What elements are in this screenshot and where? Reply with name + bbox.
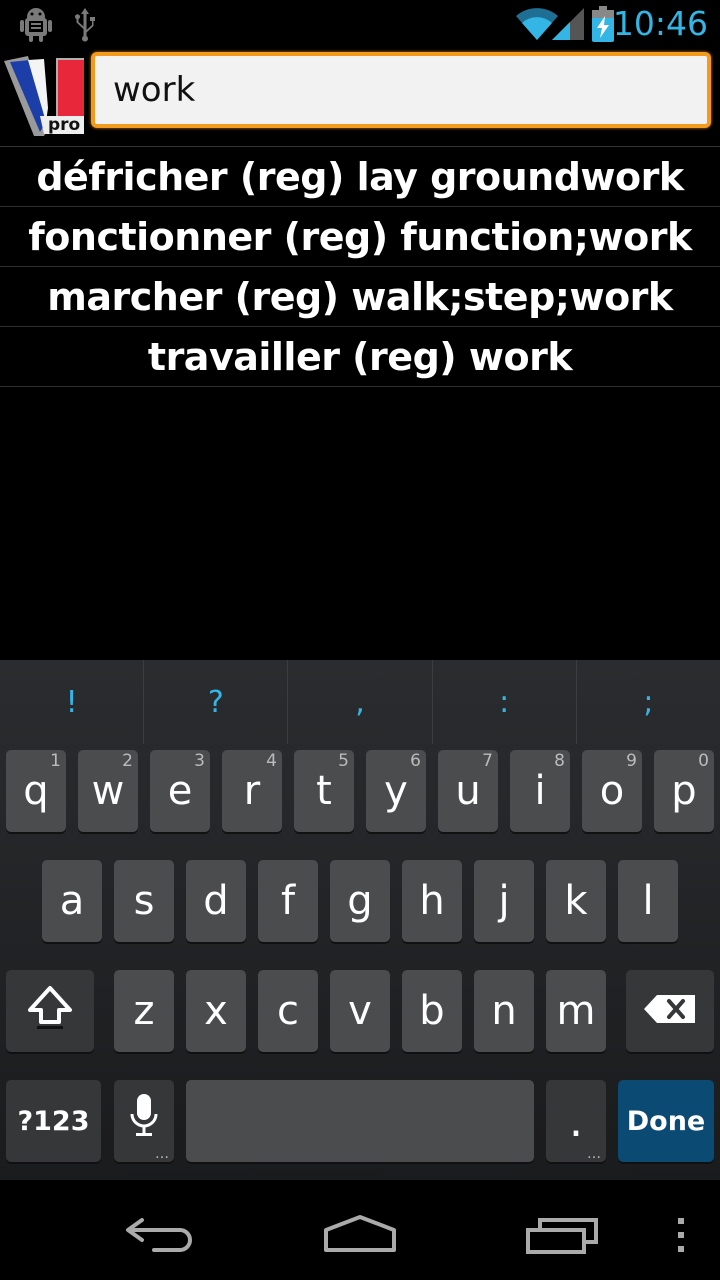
suggestion-item[interactable]: : — [433, 660, 577, 744]
key-a[interactable]: a — [42, 860, 102, 942]
key-h[interactable]: h — [402, 860, 462, 942]
key-r[interactable]: r4 — [222, 750, 282, 832]
key-x[interactable]: x — [186, 970, 246, 1052]
microphone-icon — [129, 1092, 159, 1150]
key-label: i — [534, 768, 546, 814]
list-item[interactable]: marcher (reg) walk;step;work — [0, 267, 720, 327]
key-e[interactable]: e3 — [150, 750, 210, 832]
key-y[interactable]: y6 — [366, 750, 426, 832]
suggestion-item[interactable]: ? — [144, 660, 289, 744]
usb-icon — [72, 8, 98, 46]
logo-text: pro — [48, 115, 80, 135]
app-logo[interactable]: pro — [4, 56, 86, 136]
list-item[interactable]: travailler (reg) work — [0, 327, 720, 387]
suggestion-item[interactable]: ; — [577, 660, 720, 744]
list-item[interactable]: défricher (reg) lay groundwork — [0, 147, 720, 207]
soft-keyboard: ! ? , : ; q1 w2 e3 r4 t5 y6 u7 i8 o9 p0 … — [0, 660, 720, 1180]
shift-icon — [26, 982, 74, 1040]
key-i[interactable]: i8 — [510, 750, 570, 832]
key-n[interactable]: n — [474, 970, 534, 1052]
search-input[interactable] — [91, 52, 711, 128]
navigation-bar — [0, 1180, 720, 1280]
key-t[interactable]: t5 — [294, 750, 354, 832]
suggestion-item[interactable]: ! — [0, 660, 145, 744]
battery-charging-icon — [592, 6, 614, 46]
key-label: p — [671, 768, 697, 814]
voice-input-key[interactable]: … — [114, 1080, 174, 1162]
key-w[interactable]: w2 — [78, 750, 138, 832]
key-m[interactable]: m — [546, 970, 606, 1052]
key-b[interactable]: b — [402, 970, 462, 1052]
key-v[interactable]: v — [330, 970, 390, 1052]
more-icon: … — [155, 1146, 169, 1162]
key-hint: 7 — [482, 751, 493, 771]
key-label: r — [243, 768, 261, 814]
suggestion-strip: ! ? , : ; — [0, 660, 720, 744]
key-label: u — [455, 768, 481, 814]
key-hint: 0 — [698, 751, 709, 771]
key-label: y — [384, 768, 408, 814]
key-z[interactable]: z — [114, 970, 174, 1052]
home-icon[interactable] — [322, 1214, 398, 1258]
key-k[interactable]: k — [546, 860, 606, 942]
key-label: t — [316, 768, 332, 814]
overflow-menu-icon[interactable] — [676, 1218, 686, 1256]
backspace-icon — [643, 988, 697, 1034]
symbols-key[interactable]: ?123 — [6, 1080, 101, 1162]
key-hint: 2 — [122, 751, 133, 771]
key-p[interactable]: p0 — [654, 750, 714, 832]
shift-key[interactable] — [6, 970, 94, 1052]
android-debug-icon — [20, 8, 52, 46]
space-key[interactable] — [186, 1080, 534, 1162]
key-u[interactable]: u7 — [438, 750, 498, 832]
list-item[interactable]: fonctionner (reg) function;work — [0, 207, 720, 267]
clock: 10:46 — [612, 4, 708, 43]
key-label: q — [23, 768, 49, 814]
key-s[interactable]: s — [114, 860, 174, 942]
suggestion-item[interactable]: , — [288, 660, 433, 744]
key-hint: 5 — [338, 751, 349, 771]
key-l[interactable]: l — [618, 860, 678, 942]
backspace-key[interactable] — [626, 970, 714, 1052]
key-d[interactable]: d — [186, 860, 246, 942]
key-q[interactable]: q1 — [6, 750, 66, 832]
key-g[interactable]: g — [330, 860, 390, 942]
period-key[interactable]: . … — [546, 1080, 606, 1162]
key-hint: 1 — [50, 751, 61, 771]
done-button[interactable]: Done — [618, 1080, 714, 1162]
key-hint: 4 — [266, 751, 277, 771]
key-c[interactable]: c — [258, 970, 318, 1052]
key-hint: 9 — [626, 751, 637, 771]
results-list: défricher (reg) lay groundwork fonctionn… — [0, 147, 720, 387]
key-label: . — [569, 1095, 583, 1147]
signal-icon — [552, 8, 584, 44]
key-label: o — [599, 768, 625, 814]
more-icon: … — [587, 1146, 601, 1162]
status-bar: 10:46 — [0, 0, 720, 50]
key-j[interactable]: j — [474, 860, 534, 942]
back-icon[interactable] — [124, 1214, 196, 1258]
key-label: w — [91, 768, 125, 814]
key-o[interactable]: o9 — [582, 750, 642, 832]
key-hint: 8 — [554, 751, 565, 771]
key-f[interactable]: f — [258, 860, 318, 942]
key-hint: 3 — [194, 751, 205, 771]
key-hint: 6 — [410, 751, 421, 771]
header: pro — [0, 50, 720, 146]
key-label: e — [167, 768, 193, 814]
recent-apps-icon[interactable] — [526, 1216, 600, 1258]
